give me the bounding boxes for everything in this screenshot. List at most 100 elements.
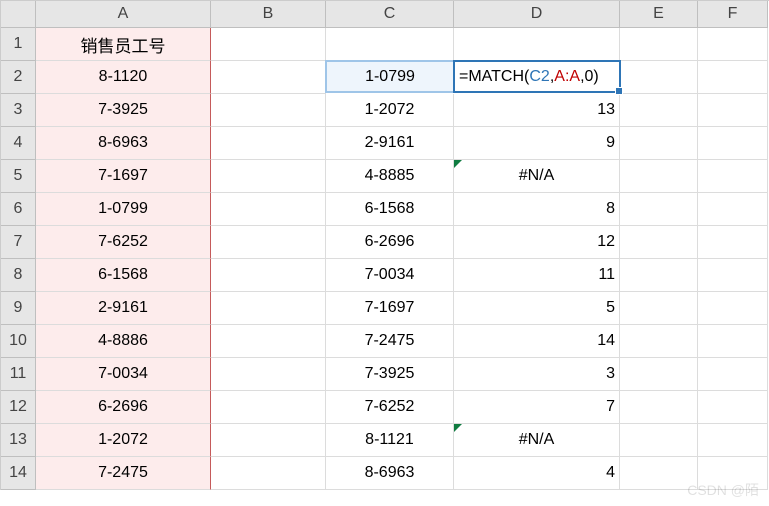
cell-D7[interactable]: 12 xyxy=(454,226,620,259)
cell-F11[interactable] xyxy=(698,358,768,391)
row-header[interactable]: 4 xyxy=(1,127,36,160)
cell-C2-active[interactable]: 1-0799 xyxy=(325,60,455,93)
cell-B8[interactable] xyxy=(211,259,326,292)
row-header[interactable]: 2 xyxy=(1,61,36,94)
cell-B10[interactable] xyxy=(211,325,326,358)
cell-F2[interactable] xyxy=(698,61,768,94)
row-header[interactable]: 6 xyxy=(1,193,36,226)
cell-E14[interactable] xyxy=(620,457,698,490)
cell-A8[interactable]: 6-1568 xyxy=(36,259,211,292)
cell-C8[interactable]: 7-0034 xyxy=(326,259,454,292)
col-header-C[interactable]: C xyxy=(326,1,454,28)
row-header[interactable]: 9 xyxy=(1,292,36,325)
row-header[interactable]: 11 xyxy=(1,358,36,391)
row-header[interactable]: 1 xyxy=(1,28,36,61)
cell-B11[interactable] xyxy=(211,358,326,391)
cell-E6[interactable] xyxy=(620,193,698,226)
cell-B12[interactable] xyxy=(211,391,326,424)
cell-F4[interactable] xyxy=(698,127,768,160)
cell-E5[interactable] xyxy=(620,160,698,193)
cell-F9[interactable] xyxy=(698,292,768,325)
row-header[interactable]: 12 xyxy=(1,391,36,424)
cell-F1[interactable] xyxy=(698,28,768,61)
cell-C11[interactable]: 7-3925 xyxy=(326,358,454,391)
cell-B3[interactable] xyxy=(211,94,326,127)
cell-A7[interactable]: 7-6252 xyxy=(36,226,211,259)
cell-A11[interactable]: 7-0034 xyxy=(36,358,211,391)
cell-C9[interactable]: 7-1697 xyxy=(326,292,454,325)
cell-C1[interactable] xyxy=(326,28,454,61)
row-header[interactable]: 8 xyxy=(1,259,36,292)
cell-A9[interactable]: 2-9161 xyxy=(36,292,211,325)
col-header-D[interactable]: D xyxy=(454,1,620,28)
cell-A12[interactable]: 6-2696 xyxy=(36,391,211,424)
cell-D10[interactable]: 14 xyxy=(454,325,620,358)
cell-D12[interactable]: 7 xyxy=(454,391,620,424)
cell-E7[interactable] xyxy=(620,226,698,259)
cell-E9[interactable] xyxy=(620,292,698,325)
cell-F12[interactable] xyxy=(698,391,768,424)
cell-A3[interactable]: 7-3925 xyxy=(36,94,211,127)
cell-B13[interactable] xyxy=(211,424,326,457)
cell-A6[interactable]: 1-0799 xyxy=(36,193,211,226)
cell-D6[interactable]: 8 xyxy=(454,193,620,226)
cell-D8[interactable]: 11 xyxy=(454,259,620,292)
col-header-A[interactable]: A xyxy=(36,1,211,28)
row-header[interactable]: 10 xyxy=(1,325,36,358)
cell-E4[interactable] xyxy=(620,127,698,160)
cell-F7[interactable] xyxy=(698,226,768,259)
cell-A10[interactable]: 4-8886 xyxy=(36,325,211,358)
cell-D14[interactable]: 4 xyxy=(454,457,620,490)
cell-A13[interactable]: 1-2072 xyxy=(36,424,211,457)
row-header[interactable]: 13 xyxy=(1,424,36,457)
col-header-E[interactable]: E xyxy=(620,1,698,28)
cell-A2[interactable]: 8-1120 xyxy=(36,61,211,94)
cell-D3[interactable]: 13 xyxy=(454,94,620,127)
cell-A5[interactable]: 7-1697 xyxy=(36,160,211,193)
cell-B9[interactable] xyxy=(211,292,326,325)
cell-D5-error[interactable]: #N/A xyxy=(454,160,620,193)
cell-F10[interactable] xyxy=(698,325,768,358)
corner-cell[interactable] xyxy=(1,1,36,28)
cell-D13-error[interactable]: #N/A xyxy=(454,424,620,457)
col-header-F[interactable]: F xyxy=(698,1,768,28)
cell-E13[interactable] xyxy=(620,424,698,457)
cell-C4[interactable]: 2-9161 xyxy=(326,127,454,160)
cell-E1[interactable] xyxy=(620,28,698,61)
cell-C6[interactable]: 6-1568 xyxy=(326,193,454,226)
cell-C12[interactable]: 7-6252 xyxy=(326,391,454,424)
cell-F8[interactable] xyxy=(698,259,768,292)
cell-B5[interactable] xyxy=(211,160,326,193)
cell-F13[interactable] xyxy=(698,424,768,457)
cell-B1[interactable] xyxy=(211,28,326,61)
cell-D11[interactable]: 3 xyxy=(454,358,620,391)
cell-D4[interactable]: 9 xyxy=(454,127,620,160)
cell-C13[interactable]: 8-1121 xyxy=(326,424,454,457)
cell-B14[interactable] xyxy=(211,457,326,490)
cell-E3[interactable] xyxy=(620,94,698,127)
cell-C10[interactable]: 7-2475 xyxy=(326,325,454,358)
cell-E8[interactable] xyxy=(620,259,698,292)
cell-F3[interactable] xyxy=(698,94,768,127)
cell-A4[interactable]: 8-6963 xyxy=(36,127,211,160)
row-header[interactable]: 7 xyxy=(1,226,36,259)
cell-E11[interactable] xyxy=(620,358,698,391)
cell-C14[interactable]: 8-6963 xyxy=(326,457,454,490)
cell-C3[interactable]: 1-2072 xyxy=(326,94,454,127)
cell-A14[interactable]: 7-2475 xyxy=(36,457,211,490)
row-header[interactable]: 5 xyxy=(1,160,36,193)
cell-A1[interactable]: 销售员工号 xyxy=(36,28,211,61)
cell-C7[interactable]: 6-2696 xyxy=(326,226,454,259)
cell-B7[interactable] xyxy=(211,226,326,259)
cell-E2[interactable] xyxy=(620,61,698,94)
cell-B6[interactable] xyxy=(211,193,326,226)
cell-B4[interactable] xyxy=(211,127,326,160)
cell-D9[interactable]: 5 xyxy=(454,292,620,325)
row-header[interactable]: 14 xyxy=(1,457,36,490)
cell-D1[interactable] xyxy=(454,28,620,61)
col-header-B[interactable]: B xyxy=(211,1,326,28)
cell-F6[interactable] xyxy=(698,193,768,226)
cell-E12[interactable] xyxy=(620,391,698,424)
row-header[interactable]: 3 xyxy=(1,94,36,127)
cell-F14[interactable] xyxy=(698,457,768,490)
